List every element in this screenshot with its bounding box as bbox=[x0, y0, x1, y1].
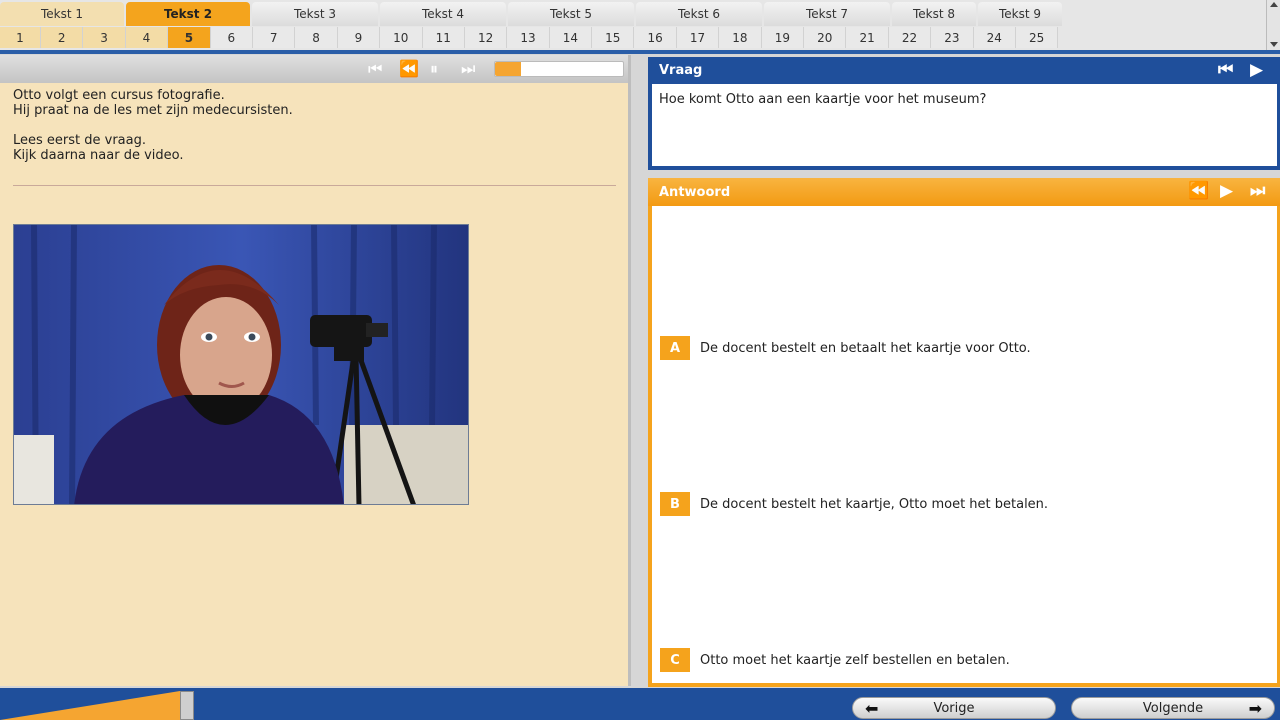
tab-text-5[interactable]: Tekst 5 bbox=[508, 2, 634, 26]
option-text[interactable]: De docent bestelt en betaalt het kaartje… bbox=[700, 341, 1031, 356]
tab-text-7[interactable]: Tekst 7 bbox=[764, 2, 890, 26]
question-number-12[interactable]: 12 bbox=[464, 27, 508, 48]
question-number-22[interactable]: 22 bbox=[888, 27, 932, 48]
question-number-2[interactable]: 2 bbox=[41, 27, 84, 48]
question-number-4[interactable]: 4 bbox=[125, 27, 169, 48]
answer-audio-rewind-icon[interactable]: ⏪ bbox=[1188, 183, 1209, 200]
top-navigation: Tekst 1 Tekst 2 Tekst 3 Tekst 4 Tekst 5 Tekst… bbox=[0, 0, 1266, 50]
answer-option-c[interactable]: C Otto moet het kaartje zelf bestellen e… bbox=[660, 648, 1010, 672]
tab-text-9[interactable]: Tekst 9 bbox=[978, 2, 1062, 26]
option-letter[interactable]: A bbox=[660, 336, 690, 360]
tab-text-8[interactable]: Tekst 8 bbox=[892, 2, 976, 26]
tab-text-3[interactable]: Tekst 3 bbox=[252, 2, 378, 26]
question-number-25[interactable]: 25 bbox=[1015, 27, 1059, 48]
question-number-8[interactable]: 8 bbox=[295, 27, 338, 48]
rewind-icon[interactable]: ⏪ bbox=[399, 61, 419, 77]
top-divider bbox=[0, 50, 1280, 54]
option-letter[interactable]: B bbox=[660, 492, 690, 516]
text-panel: ⏮ ⏪ ⏸ ⏭ Otto volgt een cursus fotografie… bbox=[0, 55, 631, 686]
question-numbers: 1 2 3 4 5 6 7 8 9 10 11 12 13 14 15 16 17 18 19 20 21 22 23 24 2… bbox=[0, 27, 1059, 49]
answer-audio-forward-icon[interactable]: ⏭ bbox=[1250, 183, 1265, 200]
answer-option-a[interactable]: A De docent bestelt en betaalt het kaart… bbox=[660, 336, 1031, 360]
question-number-19[interactable]: 19 bbox=[761, 27, 805, 48]
video-progress-bar[interactable] bbox=[494, 61, 624, 77]
question-number-18[interactable]: 18 bbox=[719, 27, 762, 48]
question-number-7[interactable]: 7 bbox=[252, 27, 296, 48]
question-number-5[interactable]: 5 bbox=[168, 27, 211, 48]
tab-text-2[interactable]: Tekst 2 bbox=[126, 2, 250, 26]
tab-text-1[interactable]: Tekst 1 bbox=[0, 2, 124, 26]
answer-audio-play-icon[interactable]: ▶ bbox=[1220, 183, 1233, 200]
question-number-23[interactable]: 23 bbox=[931, 27, 974, 48]
video-player[interactable] bbox=[13, 224, 469, 505]
scroll-up-icon[interactable] bbox=[1270, 2, 1278, 7]
video-frame bbox=[14, 225, 468, 504]
previous-label: Vorige bbox=[933, 700, 975, 716]
divider bbox=[13, 185, 616, 186]
test-app: Tekst 1 Tekst 2 Tekst 3 Tekst 4 Tekst 5 Tekst… bbox=[0, 0, 1280, 720]
question-number-21[interactable]: 21 bbox=[846, 27, 889, 48]
skip-to-end-icon[interactable]: ⏭ bbox=[461, 61, 475, 77]
option-text[interactable]: Otto moet het kaartje zelf bestellen en … bbox=[700, 653, 1010, 668]
answer-options: A De docent bestelt en betaalt het kaart… bbox=[652, 206, 1277, 683]
question-number-6[interactable]: 6 bbox=[210, 27, 253, 48]
answer-title: Antwoord bbox=[659, 184, 731, 200]
volume-ramp[interactable] bbox=[0, 691, 180, 720]
previous-button[interactable]: ⬅ Vorige bbox=[852, 697, 1056, 719]
intro-text: Otto volgt een cursus fotografie. Hij pr… bbox=[13, 88, 293, 163]
arrow-right-icon: ➡ bbox=[1248, 699, 1262, 718]
volume-slider-handle[interactable] bbox=[180, 691, 194, 720]
option-text[interactable]: De docent bestelt het kaartje, Otto moet… bbox=[700, 497, 1048, 512]
question-number-10[interactable]: 10 bbox=[380, 27, 423, 48]
answer-header: Antwoord ⏪ ▶ ⏭ bbox=[648, 178, 1280, 206]
option-letter[interactable]: C bbox=[660, 648, 690, 672]
next-button[interactable]: Volgende ➡ bbox=[1071, 697, 1275, 719]
tab-text-4[interactable]: Tekst 4 bbox=[380, 2, 506, 26]
question-header: Vraag ⏮ ▶ bbox=[648, 57, 1280, 84]
question-number-13[interactable]: 13 bbox=[507, 27, 550, 48]
question-number-14[interactable]: 14 bbox=[549, 27, 593, 48]
scrollbar[interactable] bbox=[1266, 0, 1280, 50]
bottom-bar: ⬅ Vorige Volgende ➡ bbox=[0, 688, 1280, 720]
question-number-20[interactable]: 20 bbox=[804, 27, 847, 48]
answer-panel: Antwoord ⏪ ▶ ⏭ A De docent bestelt en be… bbox=[648, 178, 1280, 687]
question-panel: Vraag ⏮ ▶ Hoe komt Otto aan een kaartje … bbox=[648, 57, 1280, 170]
question-number-1[interactable]: 1 bbox=[0, 27, 41, 48]
video-controls: ⏮ ⏪ ⏸ ⏭ bbox=[0, 55, 628, 83]
question-text: Hoe komt Otto aan een kaartje voor het m… bbox=[652, 84, 1277, 166]
question-audio-play-icon[interactable]: ▶ bbox=[1250, 62, 1263, 79]
pause-icon[interactable]: ⏸ bbox=[430, 61, 438, 77]
question-number-9[interactable]: 9 bbox=[337, 27, 381, 48]
video-progress-fill bbox=[495, 62, 521, 76]
scroll-down-icon[interactable] bbox=[1270, 42, 1278, 47]
question-number-24[interactable]: 24 bbox=[973, 27, 1016, 48]
question-audio-restart-icon[interactable]: ⏮ bbox=[1218, 62, 1233, 79]
text-tabs: Tekst 1 Tekst 2 Tekst 3 Tekst 4 Tekst 5 Tekst… bbox=[0, 2, 1064, 26]
question-title: Vraag bbox=[659, 63, 703, 78]
question-number-11[interactable]: 11 bbox=[422, 27, 465, 48]
question-number-15[interactable]: 15 bbox=[592, 27, 635, 48]
next-label: Volgende bbox=[1142, 700, 1204, 716]
answer-option-b[interactable]: B De docent bestelt het kaartje, Otto mo… bbox=[660, 492, 1048, 516]
skip-to-start-icon[interactable]: ⏮ bbox=[368, 61, 382, 77]
question-number-16[interactable]: 16 bbox=[634, 27, 677, 48]
question-number-17[interactable]: 17 bbox=[676, 27, 720, 48]
question-number-3[interactable]: 3 bbox=[83, 27, 126, 48]
tab-text-6[interactable]: Tekst 6 bbox=[636, 2, 762, 26]
arrow-left-icon: ⬅ bbox=[865, 699, 879, 718]
